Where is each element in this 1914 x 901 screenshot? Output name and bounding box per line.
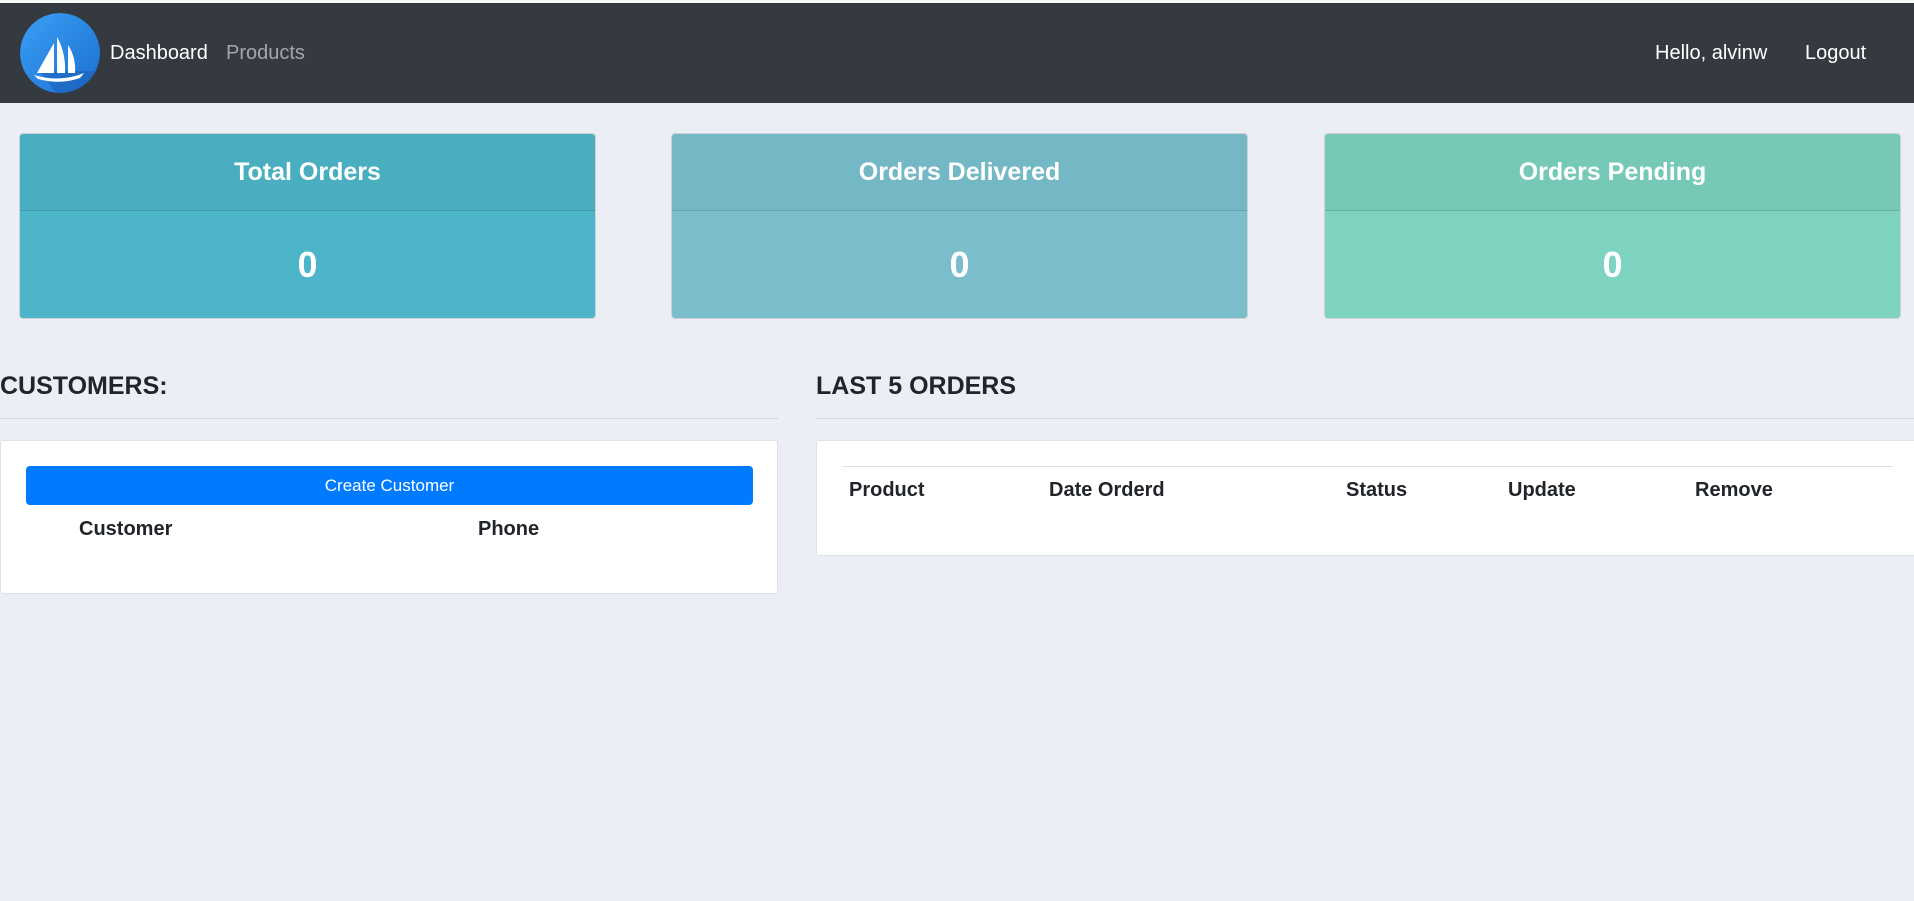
customers-panel: Create Customer Customer Phone — [0, 440, 778, 594]
stat-card-value: 0 — [672, 211, 1247, 318]
logout-link[interactable]: Logout — [1805, 41, 1866, 65]
column-header-phone: Phone — [478, 518, 540, 540]
top-navbar: Dashboard Products Hello, alvinw Logout — [0, 3, 1914, 103]
orders-pending-card: Orders Pending 0 — [1324, 133, 1901, 319]
total-orders-card: Total Orders 0 — [19, 133, 596, 319]
last-orders-heading: LAST 5 ORDERS — [816, 372, 1017, 400]
column-header-remove: Remove — [1695, 479, 1773, 501]
orders-delivered-card: Orders Delivered 0 — [671, 133, 1248, 319]
column-header-status: Status — [1346, 479, 1408, 501]
column-header-product: Product — [849, 479, 925, 501]
nav-link-dashboard[interactable]: Dashboard — [110, 41, 208, 65]
stat-card-value: 0 — [1325, 211, 1900, 318]
column-header-date-ordered: Date Orderd — [1049, 479, 1165, 501]
table-top-border — [842, 466, 1893, 467]
stat-card-title: Orders Delivered — [672, 134, 1247, 211]
column-header-customer: Customer — [79, 518, 173, 540]
customers-divider — [0, 418, 778, 419]
stat-card-value: 0 — [20, 211, 595, 318]
user-greeting: Hello, alvinw — [1655, 42, 1768, 64]
sailboat-logo-icon[interactable] — [20, 13, 100, 93]
customers-heading: CUSTOMERS: — [0, 372, 168, 400]
column-header-update: Update — [1508, 479, 1576, 501]
orders-panel: Product Date Orderd Status Update Remove — [816, 440, 1914, 556]
orders-divider — [816, 418, 1914, 419]
stat-card-title: Total Orders — [20, 134, 595, 211]
nav-link-products[interactable]: Products — [226, 41, 305, 65]
create-customer-button[interactable]: Create Customer — [26, 466, 753, 505]
stat-card-title: Orders Pending — [1325, 134, 1900, 211]
